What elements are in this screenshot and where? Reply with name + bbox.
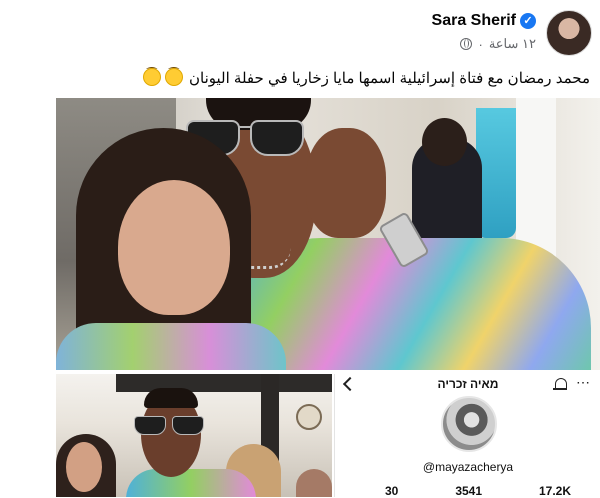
stat-following: 17.2K [538,484,571,498]
photo-background-person [296,469,332,497]
author-name[interactable]: Sara Sherif [432,12,516,30]
post-meta: ١٢ ساعة · [460,36,536,52]
post-caption: محمد رمضان مع فتاة إسرائيلية اسمها مايا … [10,68,590,89]
stat-followers: 3541 [455,484,483,498]
meta-separator: · [478,36,483,52]
instagram-avatar[interactable] [441,396,497,452]
instagram-stats: 30 3541 17.2K [385,484,571,498]
sunglasses-icon [134,416,204,435]
author-line: Sara Sherif ✓ [432,12,536,30]
instagram-topbar: מאיה זכריה ⋯ [335,374,600,396]
stat-posts: 30 [385,484,399,498]
caption-text: محمد رمضان مع فتاة إسرائيلية اسمها مايا … [188,70,590,87]
bell-icon[interactable] [553,378,567,390]
upside-down-face-icon [142,68,161,86]
photo-woman-face [118,180,230,315]
post-time[interactable]: ١٢ ساعة [489,36,536,52]
photo-man-shirt [126,469,256,497]
photo-background-person-head [422,118,467,166]
photo-fabric [476,108,516,238]
author-avatar[interactable] [546,10,592,56]
photo-man-hand [306,128,386,238]
instagram-handle: @mayazacherya [422,460,514,474]
upside-down-face-icon [164,68,183,86]
more-options-icon[interactable]: ⋯ [576,374,591,391]
verified-badge-icon: ✓ [520,13,536,29]
photo-man-hair [144,388,198,408]
post-photo-secondary[interactable] [56,374,332,497]
photo-woman-dress [56,323,286,370]
post-photo-main[interactable] [56,98,600,370]
post-header: Sara Sherif ✓ ١٢ ساعة · [0,0,600,64]
photo-woman-face [66,442,102,492]
lamp-icon [296,404,322,430]
globe-icon [460,38,473,50]
instagram-profile-screenshot[interactable]: מאיה זכריה ⋯ @mayazacherya 30 3541 17.2K [334,374,600,498]
photo-beam [116,374,332,392]
